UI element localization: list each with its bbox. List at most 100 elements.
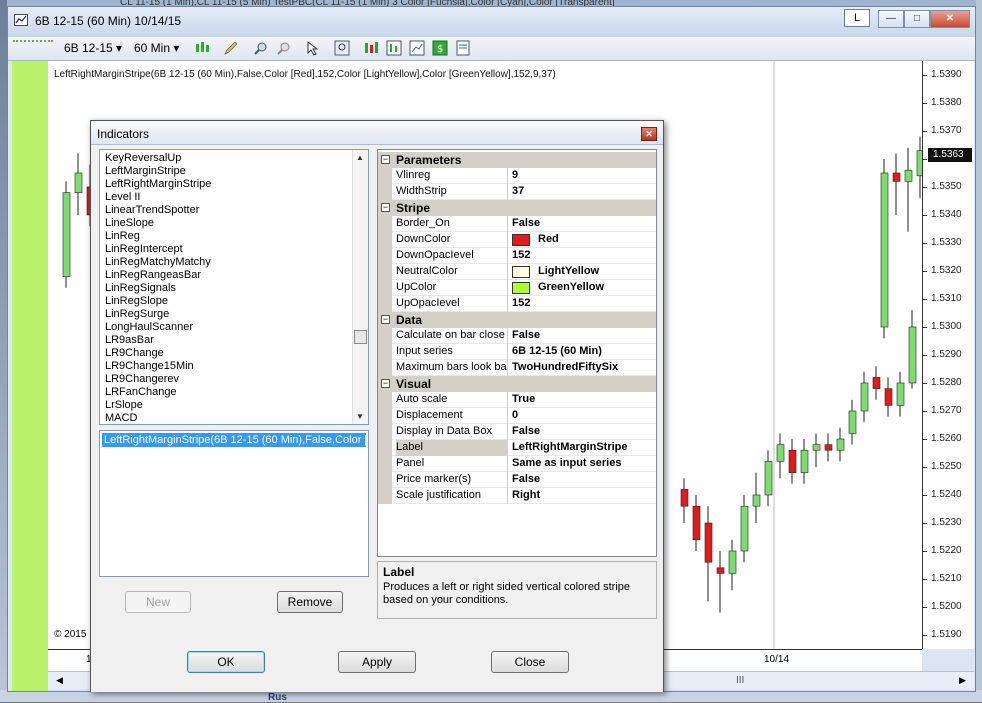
indicator-list-item[interactable]: LinRegSlope xyxy=(105,295,168,307)
property-row[interactable]: Display in Data Box False xyxy=(378,424,656,440)
indicator-list-item[interactable]: LinRegIntercept xyxy=(105,243,183,255)
category-visual[interactable]: − Visual xyxy=(378,376,656,392)
property-value[interactable]: 9 xyxy=(512,168,518,183)
link-button[interactable]: L xyxy=(844,9,870,27)
minimize-button[interactable]: — xyxy=(878,10,904,28)
applied-indicators-list[interactable]: LeftRightMarginStripe(6B 12-15 (60 Min),… xyxy=(99,430,369,577)
indicator-list-item[interactable]: LR9Change xyxy=(105,347,164,359)
property-row[interactable]: Auto scale True xyxy=(378,392,656,408)
property-row[interactable]: Displacement 0 xyxy=(378,408,656,424)
scroll-thumb[interactable] xyxy=(354,330,367,344)
category-parameters[interactable]: − Parameters xyxy=(378,152,656,168)
property-value[interactable]: False xyxy=(512,328,540,343)
indicator-list[interactable]: KeyReversalUp LeftMarginStripe LeftRightMa… xyxy=(99,149,369,425)
property-value[interactable]: 0 xyxy=(512,408,518,423)
scroll-grip[interactable]: III xyxy=(736,675,744,686)
color-swatch[interactable] xyxy=(512,266,530,278)
property-value[interactable]: False xyxy=(512,216,540,231)
indicator-list-item[interactable]: LinRegSurge xyxy=(105,308,169,320)
scroll-down-icon[interactable]: ▼ xyxy=(356,412,364,421)
applied-indicator-item[interactable]: LeftRightMarginStripe(6B 12-15 (60 Min),… xyxy=(102,433,366,447)
scroll-right-icon[interactable]: ▶ xyxy=(959,675,966,686)
collapse-toggle-icon[interactable]: − xyxy=(381,379,390,388)
indicator-list-item[interactable]: LeftRightMarginStripe xyxy=(105,178,211,190)
property-value[interactable]: 37 xyxy=(512,184,524,199)
property-row[interactable]: Input series 6B 12-15 (60 Min) xyxy=(378,344,656,360)
property-value[interactable]: TwoHundredFiftySix xyxy=(512,360,618,375)
color-swatch[interactable] xyxy=(512,234,530,246)
property-row[interactable]: Price marker(s) False xyxy=(378,472,656,488)
data-box-icon[interactable] xyxy=(455,40,471,56)
indicator-list-item[interactable]: LrSlope xyxy=(105,399,143,411)
indicator-list-item[interactable]: LR9asBar xyxy=(105,334,154,346)
indicator-list-item[interactable]: LinRegRangeasBar xyxy=(105,269,201,281)
price-axis[interactable]: 1.53901.53801.53701.53601.53501.53401.53… xyxy=(922,61,974,649)
property-grid[interactable]: − Parameters Vlinreg 9 WidthStrip 37− Stripe Bo… xyxy=(377,149,657,557)
bar-type-icon[interactable] xyxy=(194,40,210,56)
pencil-draw-icon[interactable] xyxy=(223,40,239,56)
indicator-list-item[interactable]: LineSlope xyxy=(105,217,154,229)
category-data[interactable]: − Data xyxy=(378,312,656,328)
indicator-list-item[interactable]: LRFanChange xyxy=(105,386,177,398)
property-value[interactable]: LeftRightMarginStripe xyxy=(512,440,628,455)
property-value[interactable]: LightYellow xyxy=(538,264,599,279)
scroll-left-icon[interactable]: ◀ xyxy=(56,675,63,686)
interval-selector[interactable]: 60 Min ▾ xyxy=(134,41,179,55)
property-row[interactable]: Maximum bars look ba TwoHundredFiftySix xyxy=(378,360,656,376)
property-row[interactable]: Scale justification Right xyxy=(378,488,656,504)
color-swatch[interactable] xyxy=(512,282,530,294)
category-stripe[interactable]: − Stripe xyxy=(378,200,656,216)
remove-button[interactable]: Remove xyxy=(277,591,343,613)
property-value[interactable]: False xyxy=(512,472,540,487)
indicator-list-item[interactable]: LinRegMatchyMatchy xyxy=(105,256,211,268)
property-row[interactable]: DownColor Red xyxy=(378,232,656,248)
chart-properties-icon[interactable] xyxy=(409,40,425,56)
indicator-list-item[interactable]: LinReg xyxy=(105,230,140,242)
scroll-up-icon[interactable]: ▲ xyxy=(356,153,364,162)
dollar-icon[interactable]: $ xyxy=(432,40,448,56)
property-row[interactable]: DownOpacIevel 152 xyxy=(378,248,656,264)
indicator-list-item[interactable]: LongHaulScanner xyxy=(105,321,193,333)
property-row[interactable]: UpOpacIevel 152 xyxy=(378,296,656,312)
strategy-icon[interactable] xyxy=(363,40,379,56)
window-close-button[interactable]: ✕ xyxy=(930,10,970,28)
property-row[interactable]: Border_On False xyxy=(378,216,656,232)
indicator-list-item[interactable]: LR9Changerev xyxy=(105,373,179,385)
property-value[interactable]: 152 xyxy=(512,296,530,311)
collapse-toggle-icon[interactable]: − xyxy=(381,155,390,164)
collapse-toggle-icon[interactable]: − xyxy=(381,315,390,324)
property-value[interactable]: Same as input series xyxy=(512,456,621,471)
indicator-list-item[interactable]: Level II xyxy=(105,191,140,203)
indicator-list-item[interactable]: LinearTrendSpotter xyxy=(105,204,199,216)
zoom-out-icon[interactable] xyxy=(276,40,292,56)
indicator-list-item[interactable]: LR9Change15Min xyxy=(105,360,194,372)
property-row[interactable]: Label LeftRightMarginStripe xyxy=(378,440,656,456)
collapse-toggle-icon[interactable]: − xyxy=(381,203,390,212)
ok-button[interactable]: OK xyxy=(187,651,265,673)
property-value[interactable]: Right xyxy=(512,488,540,503)
property-value[interactable]: Red xyxy=(538,232,559,247)
property-value[interactable]: False xyxy=(512,424,540,439)
indicator-list-item[interactable]: LeftMarginStripe xyxy=(105,165,186,177)
indicator-list-scrollbar[interactable]: ▲ ▼ xyxy=(352,150,368,424)
cursor-select-icon[interactable] xyxy=(305,40,321,56)
close-button[interactable]: Close xyxy=(491,651,569,673)
toolbar-grip[interactable] xyxy=(13,40,53,42)
indicator-list-item[interactable]: MACD xyxy=(105,412,137,424)
dialog-titlebar[interactable]: Indicators ✕ xyxy=(91,121,663,145)
property-row[interactable]: Calculate on bar close False xyxy=(378,328,656,344)
instrument-selector[interactable]: 6B 12-15 ▾ xyxy=(64,41,122,55)
indicators-icon[interactable] xyxy=(386,40,402,56)
property-row[interactable]: Panel Same as input series xyxy=(378,456,656,472)
property-row[interactable]: Vlinreg 9 xyxy=(378,168,656,184)
property-value[interactable]: 6B 12-15 (60 Min) xyxy=(512,344,602,359)
property-row[interactable]: WidthStrip 37 xyxy=(378,184,656,200)
new-button[interactable]: New xyxy=(125,591,191,613)
indicator-list-item[interactable]: KeyReversalUp xyxy=(105,152,181,164)
magnifier-icon[interactable] xyxy=(334,40,350,56)
indicator-list-item[interactable]: LinRegSignals xyxy=(105,282,176,294)
dialog-close-icon[interactable]: ✕ xyxy=(641,127,657,141)
property-value[interactable]: GreenYellow xyxy=(538,280,604,295)
property-value[interactable]: 152 xyxy=(512,248,530,263)
apply-button[interactable]: Apply xyxy=(338,651,416,673)
